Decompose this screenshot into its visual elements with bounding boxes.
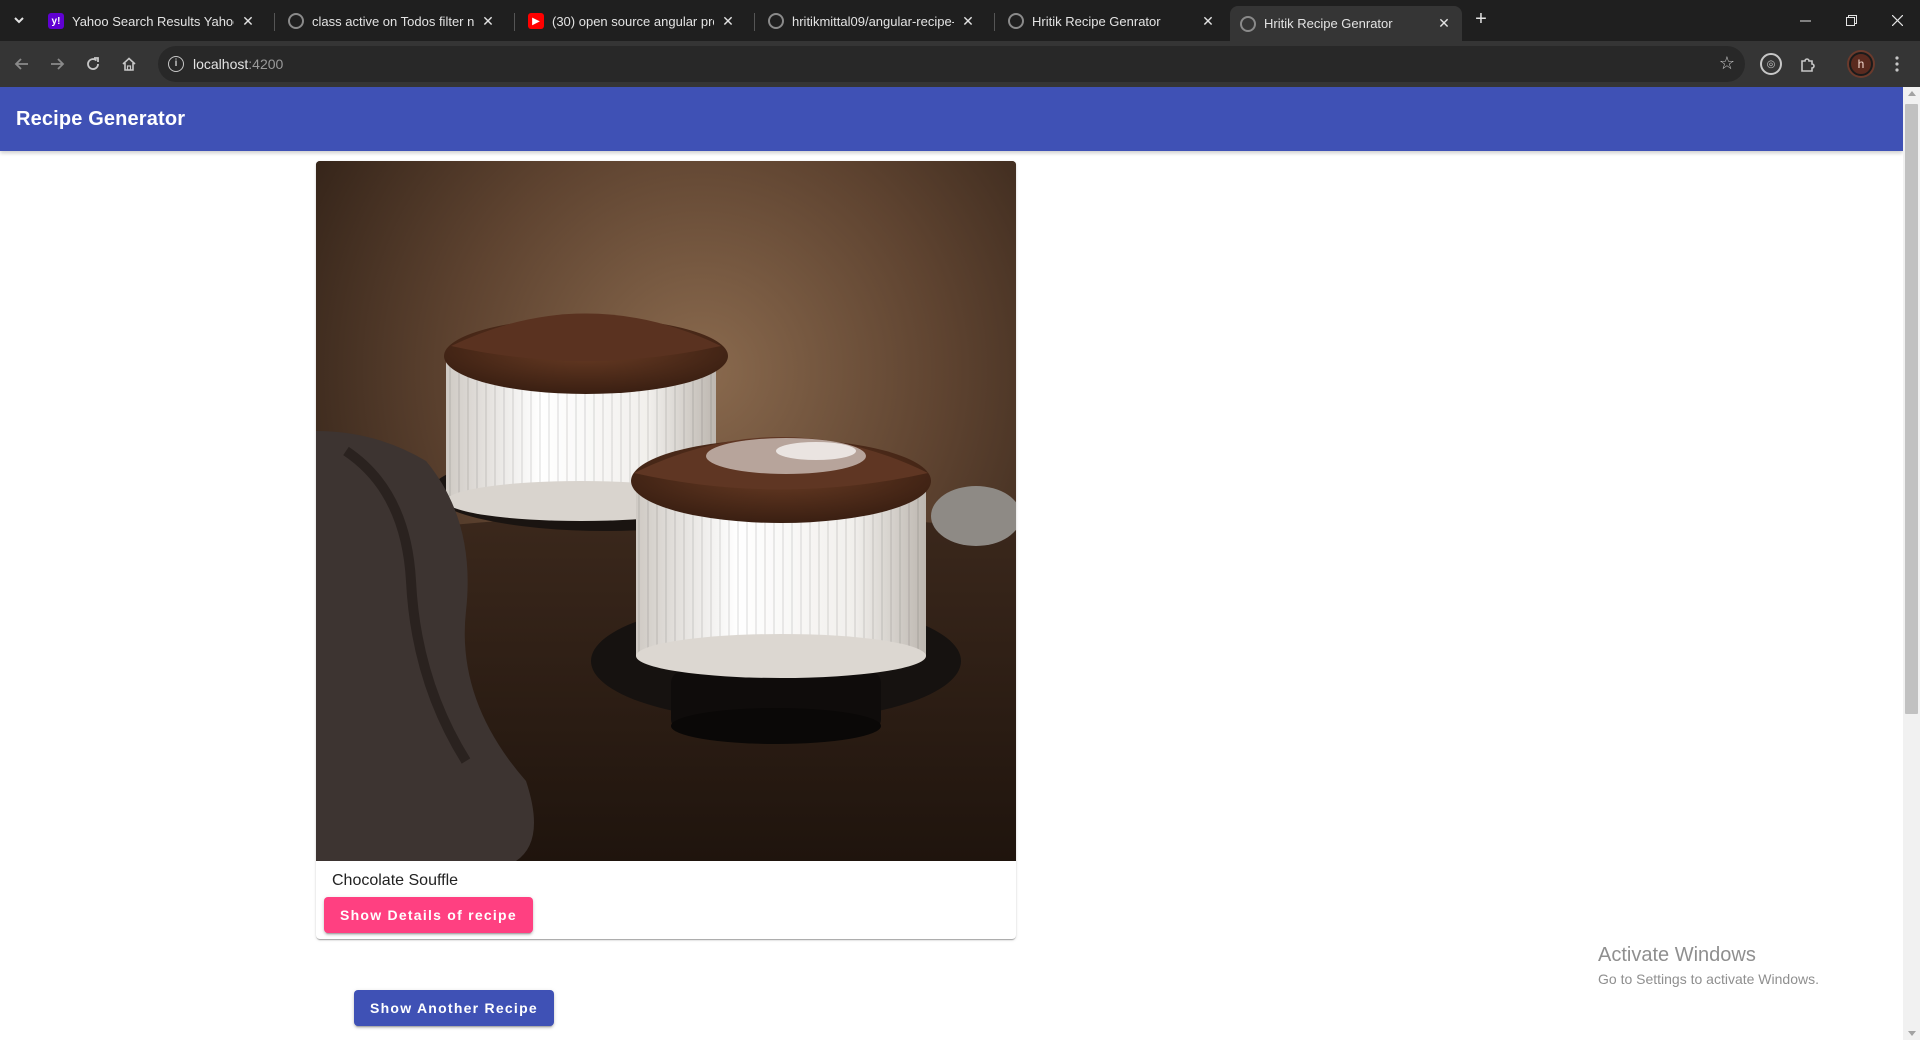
new-tab-plus-icon[interactable]: + [1469, 8, 1493, 32]
yahoo-icon: y! [48, 13, 64, 29]
browser-tab-strip: y! Yahoo Search Results Yahoo Ind ✕ clas… [0, 0, 1920, 41]
app-toolbar: Recipe Generator [0, 87, 1903, 151]
recipe-image [316, 161, 1016, 861]
browser-tab[interactable]: class active on Todos filter not s ✕ [278, 6, 506, 36]
close-tab-icon[interactable]: ✕ [720, 13, 736, 30]
bookmark-star-icon[interactable]: ☆ [1719, 53, 1735, 74]
close-tab-icon[interactable]: ✕ [480, 13, 496, 30]
forward-arrow-icon[interactable] [45, 52, 69, 76]
scroll-up-arrow-icon[interactable] [1908, 91, 1916, 96]
close-tab-icon[interactable]: ✕ [1436, 15, 1452, 32]
browser-tab[interactable]: Hritik Recipe Genrator ✕ [998, 6, 1226, 36]
browser-toolbar: i localhost:4200 ☆ ◎ h [0, 41, 1920, 87]
tab-divider [274, 13, 275, 31]
tab-divider [754, 13, 755, 31]
reload-icon[interactable] [81, 52, 105, 76]
profile-avatar[interactable]: h [1848, 51, 1874, 77]
address-bar[interactable]: i localhost:4200 ☆ [158, 46, 1745, 82]
recipe-name: Chocolate Souffle [332, 872, 459, 889]
browser-menu-icon[interactable] [1884, 51, 1910, 77]
page-viewport: Recipe Generator Chocolate Souffle Show … [0, 87, 1903, 1040]
site-info-icon[interactable]: i [168, 56, 184, 72]
globe-icon [1008, 13, 1024, 29]
activate-windows-title: Activate Windows [1598, 944, 1756, 966]
app-title: Recipe Generator [16, 108, 186, 130]
tab-title: hritikmittal09/angular-recipe-g [792, 13, 954, 29]
browser-tab-active[interactable]: Hritik Recipe Genrator ✕ [1230, 6, 1462, 41]
tab-title: Yahoo Search Results Yahoo Ind [72, 13, 234, 29]
back-arrow-icon[interactable] [10, 52, 34, 76]
youtube-icon: ▶ [528, 13, 544, 29]
browser-tab[interactable]: hritikmittal09/angular-recipe-g ✕ [758, 6, 986, 36]
restore-icon[interactable] [1828, 0, 1874, 40]
extension-icon[interactable]: ◎ [1758, 51, 1784, 77]
browser-tab[interactable]: y! Yahoo Search Results Yahoo Ind ✕ [38, 6, 266, 36]
tab-title: Hritik Recipe Genrator [1032, 13, 1161, 29]
tab-divider [514, 13, 515, 31]
show-details-button[interactable]: Show Details of recipe [324, 897, 533, 933]
scrollbar-thumb[interactable] [1905, 104, 1918, 714]
scroll-down-arrow-icon[interactable] [1908, 1031, 1916, 1036]
tab-title: class active on Todos filter not s [312, 13, 474, 29]
activate-windows-watermark: Activate Windows Go to Settings to activ… [1598, 944, 1819, 987]
tab-title: Hritik Recipe Genrator [1264, 16, 1393, 31]
show-another-recipe-button[interactable]: Show Another Recipe [354, 990, 554, 1026]
activate-windows-subtitle: Go to Settings to activate Windows. [1598, 971, 1819, 987]
url-text: localhost:4200 [193, 56, 283, 72]
recipe-card: Chocolate Souffle Show Details of recipe [316, 161, 1016, 939]
extensions-puzzle-icon[interactable] [1795, 51, 1821, 77]
tab-title: (30) open source angular projec [552, 13, 714, 29]
tab-search-chevron-down-icon[interactable] [7, 8, 31, 32]
avatar-initial: h [1849, 52, 1873, 76]
globe-icon [1240, 15, 1256, 32]
github-icon [768, 13, 784, 29]
home-icon[interactable] [117, 52, 141, 76]
url-port: :4200 [248, 56, 284, 72]
url-host: localhost [193, 56, 249, 72]
minimize-icon[interactable] [1782, 0, 1828, 40]
close-tab-icon[interactable]: ✕ [240, 13, 256, 30]
close-window-icon[interactable] [1874, 0, 1920, 40]
close-tab-icon[interactable]: ✕ [960, 13, 976, 30]
browser-tab[interactable]: ▶ (30) open source angular projec ✕ [518, 6, 746, 36]
tab-divider [994, 13, 995, 31]
github-icon [288, 13, 304, 29]
close-tab-icon[interactable]: ✕ [1200, 13, 1216, 30]
vertical-scrollbar[interactable] [1903, 87, 1920, 1040]
